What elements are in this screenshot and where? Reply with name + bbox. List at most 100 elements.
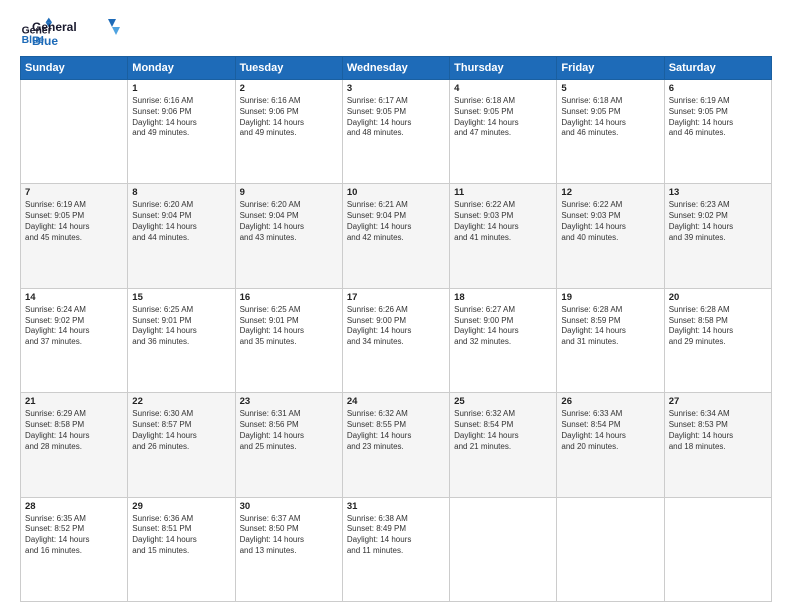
calendar-cell [450,497,557,601]
calendar-cell: 3 Sunrise: 6:17 AM Sunset: 9:05 PM Daylig… [342,80,449,184]
calendar-cell: 7 Sunrise: 6:19 AM Sunset: 9:05 PM Daylig… [21,184,128,288]
day-number: 17 [347,292,445,303]
cell-content: Sunrise: 6:22 AM Sunset: 9:03 PM Dayligh… [561,200,659,243]
day-number: 14 [25,292,123,303]
day-number: 6 [669,83,767,94]
day-number: 28 [25,501,123,512]
day-number: 25 [454,396,552,407]
cell-content: Sunrise: 6:36 AM Sunset: 8:51 PM Dayligh… [132,514,230,557]
day-number: 29 [132,501,230,512]
cell-content: Sunrise: 6:34 AM Sunset: 8:53 PM Dayligh… [669,409,767,452]
page: General Blue General Blue SundayMondayT [0,0,792,612]
calendar-cell: 29 Sunrise: 6:36 AM Sunset: 8:51 PM Dayli… [128,497,235,601]
calendar-table: SundayMondayTuesdayWednesdayThursdayFrid… [20,56,772,602]
day-number: 12 [561,187,659,198]
calendar-cell: 13Sunrise: 6:23 AM Sunset: 9:02 PM Dayli… [664,184,771,288]
day-header-thursday: Thursday [450,57,557,80]
calendar-cell: 10 Sunrise: 6:21 AM Sunset: 9:04 PM Dayli… [342,184,449,288]
cell-content: Sunrise: 6:37 AM Sunset: 8:50 PM Dayligh… [240,514,338,557]
logo: General Blue General Blue [20,16,122,48]
day-number: 7 [25,187,123,198]
day-header-tuesday: Tuesday [235,57,342,80]
day-number: 20 [669,292,767,303]
svg-text:General: General [32,20,77,34]
cell-content: Sunrise: 6:20 AM Sunset: 9:04 PM Dayligh… [132,200,230,243]
day-number: 15 [132,292,230,303]
day-number: 31 [347,501,445,512]
calendar-cell: 24 Sunrise: 6:32 AM Sunset: 8:55 PM Dayli… [342,393,449,497]
cell-content: Sunrise: 6:26 AM Sunset: 9:00 PM Dayligh… [347,305,445,348]
calendar-cell: 27 Sunrise: 6:34 AM Sunset: 8:53 PM Dayli… [664,393,771,497]
week-row-1: 1 Sunrise: 6:16 AM Sunset: 9:06 PM Daylig… [21,80,772,184]
calendar-cell: 1 Sunrise: 6:16 AM Sunset: 9:06 PM Daylig… [128,80,235,184]
calendar-cell: 16 Sunrise: 6:25 AM Sunset: 9:01 PM Dayli… [235,288,342,392]
calendar-cell: 26 Sunrise: 6:33 AM Sunset: 8:54 PM Dayli… [557,393,664,497]
calendar-cell: 4 Sunrise: 6:18 AM Sunset: 9:05 PM Daylig… [450,80,557,184]
day-number: 4 [454,83,552,94]
cell-content: Sunrise: 6:18 AM Sunset: 9:05 PM Dayligh… [561,96,659,139]
cell-content: Sunrise: 6:28 AM Sunset: 8:59 PM Dayligh… [561,305,659,348]
cell-content: Sunrise: 6:17 AM Sunset: 9:05 PM Dayligh… [347,96,445,139]
day-number: 22 [132,396,230,407]
header: General Blue General Blue [20,16,772,48]
day-number: 30 [240,501,338,512]
week-row-3: 14Sunrise: 6:24 AM Sunset: 9:02 PM Dayli… [21,288,772,392]
cell-content: Sunrise: 6:19 AM Sunset: 9:05 PM Dayligh… [25,200,123,243]
header-row: SundayMondayTuesdayWednesdayThursdayFrid… [21,57,772,80]
calendar-cell: 17 Sunrise: 6:26 AM Sunset: 9:00 PM Dayli… [342,288,449,392]
week-row-2: 7 Sunrise: 6:19 AM Sunset: 9:05 PM Daylig… [21,184,772,288]
calendar-cell: 2Sunrise: 6:16 AM Sunset: 9:06 PM Daylig… [235,80,342,184]
calendar-cell [664,497,771,601]
calendar-cell: 15 Sunrise: 6:25 AM Sunset: 9:01 PM Dayli… [128,288,235,392]
day-number: 23 [240,396,338,407]
cell-content: Sunrise: 6:33 AM Sunset: 8:54 PM Dayligh… [561,409,659,452]
week-row-4: 21Sunrise: 6:29 AM Sunset: 8:58 PM Dayli… [21,393,772,497]
day-number: 16 [240,292,338,303]
day-number: 24 [347,396,445,407]
week-row-5: 28Sunrise: 6:35 AM Sunset: 8:52 PM Dayli… [21,497,772,601]
calendar-cell: 23Sunrise: 6:31 AM Sunset: 8:56 PM Dayli… [235,393,342,497]
logo-svg: General Blue [32,17,122,47]
calendar-cell: 20 Sunrise: 6:28 AM Sunset: 8:58 PM Dayli… [664,288,771,392]
calendar-cell: 30 Sunrise: 6:37 AM Sunset: 8:50 PM Dayli… [235,497,342,601]
cell-content: Sunrise: 6:18 AM Sunset: 9:05 PM Dayligh… [454,96,552,139]
cell-content: Sunrise: 6:25 AM Sunset: 9:01 PM Dayligh… [240,305,338,348]
calendar-cell: 11 Sunrise: 6:22 AM Sunset: 9:03 PM Dayli… [450,184,557,288]
day-number: 19 [561,292,659,303]
cell-content: Sunrise: 6:21 AM Sunset: 9:04 PM Dayligh… [347,200,445,243]
cell-content: Sunrise: 6:30 AM Sunset: 8:57 PM Dayligh… [132,409,230,452]
calendar-cell: 31 Sunrise: 6:38 AM Sunset: 8:49 PM Dayli… [342,497,449,601]
calendar-cell: 6 Sunrise: 6:19 AM Sunset: 9:05 PM Daylig… [664,80,771,184]
cell-content: Sunrise: 6:27 AM Sunset: 9:00 PM Dayligh… [454,305,552,348]
cell-content: Sunrise: 6:19 AM Sunset: 9:05 PM Dayligh… [669,96,767,139]
calendar-cell: 14Sunrise: 6:24 AM Sunset: 9:02 PM Dayli… [21,288,128,392]
cell-content: Sunrise: 6:38 AM Sunset: 8:49 PM Dayligh… [347,514,445,557]
day-number: 2 [240,83,338,94]
cell-content: Sunrise: 6:28 AM Sunset: 8:58 PM Dayligh… [669,305,767,348]
calendar-cell: 12 Sunrise: 6:22 AM Sunset: 9:03 PM Dayli… [557,184,664,288]
cell-content: Sunrise: 6:22 AM Sunset: 9:03 PM Dayligh… [454,200,552,243]
calendar-cell: 19 Sunrise: 6:28 AM Sunset: 8:59 PM Dayli… [557,288,664,392]
day-number: 21 [25,396,123,407]
calendar-cell: 18Sunrise: 6:27 AM Sunset: 9:00 PM Dayli… [450,288,557,392]
cell-content: Sunrise: 6:25 AM Sunset: 9:01 PM Dayligh… [132,305,230,348]
calendar-cell [21,80,128,184]
day-header-saturday: Saturday [664,57,771,80]
calendar-cell: 9Sunrise: 6:20 AM Sunset: 9:04 PM Daylig… [235,184,342,288]
day-number: 13 [669,187,767,198]
day-number: 5 [561,83,659,94]
cell-content: Sunrise: 6:16 AM Sunset: 9:06 PM Dayligh… [132,96,230,139]
calendar-cell: 25Sunrise: 6:32 AM Sunset: 8:54 PM Dayli… [450,393,557,497]
calendar-cell: 8 Sunrise: 6:20 AM Sunset: 9:04 PM Daylig… [128,184,235,288]
day-number: 10 [347,187,445,198]
day-number: 3 [347,83,445,94]
day-number: 26 [561,396,659,407]
calendar-cell: 21Sunrise: 6:29 AM Sunset: 8:58 PM Dayli… [21,393,128,497]
day-number: 9 [240,187,338,198]
cell-content: Sunrise: 6:32 AM Sunset: 8:55 PM Dayligh… [347,409,445,452]
day-number: 27 [669,396,767,407]
calendar-cell [557,497,664,601]
day-number: 1 [132,83,230,94]
day-number: 8 [132,187,230,198]
day-number: 11 [454,187,552,198]
